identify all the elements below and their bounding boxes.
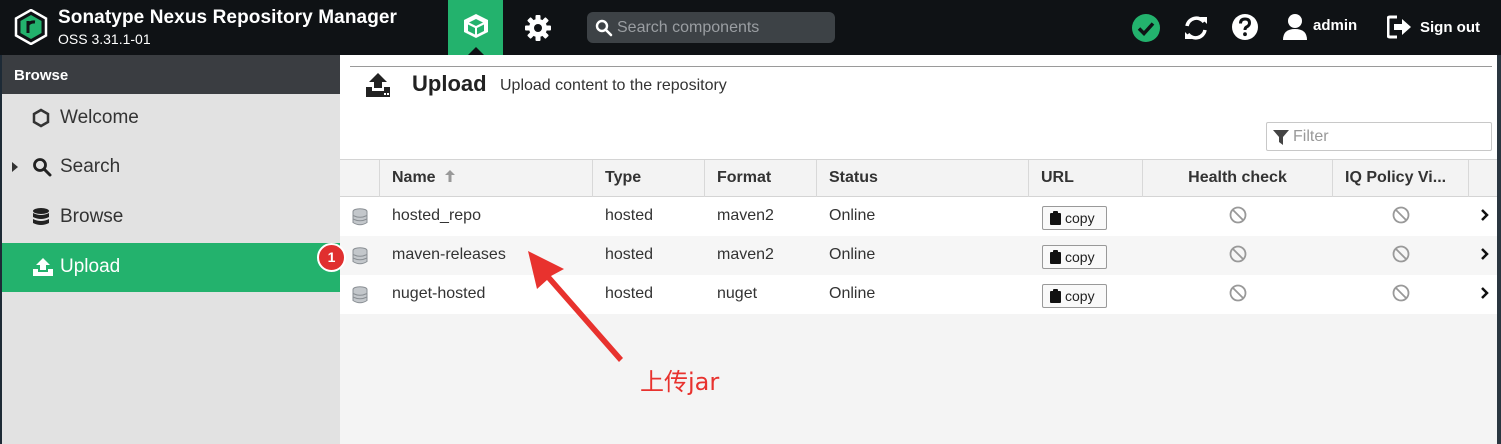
active-notch bbox=[468, 47, 484, 55]
repo-name: nuget-hosted bbox=[392, 285, 486, 302]
sidebar-heading: Browse bbox=[2, 55, 340, 94]
database-icon bbox=[33, 208, 49, 225]
repo-format: nuget bbox=[717, 285, 758, 302]
hexagon-icon bbox=[32, 108, 50, 128]
chevron-right-icon[interactable] bbox=[1480, 247, 1490, 261]
annotation-text: 上传jar bbox=[640, 368, 720, 396]
column-header-iq-policy[interactable]: IQ Policy Vi... bbox=[1333, 160, 1469, 197]
signout-label: Sign out bbox=[1420, 18, 1480, 36]
column-header-type[interactable]: Type bbox=[593, 160, 705, 197]
signout-icon bbox=[1387, 15, 1411, 39]
sidebar-item-label: Search bbox=[60, 156, 121, 177]
clipboard-icon bbox=[1050, 289, 1061, 303]
main-panel: Upload Upload content to the repository … bbox=[340, 55, 1501, 444]
repo-format: maven2 bbox=[717, 246, 774, 263]
username-label[interactable]: admin bbox=[1313, 17, 1357, 34]
not-available-icon bbox=[1392, 206, 1410, 224]
clipboard-icon bbox=[1050, 211, 1061, 225]
repo-name: maven-releases bbox=[392, 246, 506, 263]
signout-button[interactable]: Sign out bbox=[1387, 13, 1480, 41]
upload-icon bbox=[33, 258, 53, 276]
grid-header: Name Type Format Status URL Health check… bbox=[340, 159, 1501, 197]
sidebar-item-upload[interactable]: Upload bbox=[2, 243, 340, 292]
database-icon bbox=[352, 247, 368, 265]
search-input[interactable] bbox=[617, 15, 827, 40]
repo-name: hosted_repo bbox=[392, 207, 481, 224]
chevron-right-icon[interactable] bbox=[1480, 286, 1490, 300]
database-icon bbox=[352, 208, 368, 226]
sidebar: Browse Welcome Search Browse Upload bbox=[0, 55, 340, 444]
clipboard-icon bbox=[1050, 250, 1061, 264]
sort-ascending-icon bbox=[445, 170, 456, 182]
table-row[interactable]: maven-releases hosted maven2 Online copy bbox=[340, 236, 1501, 275]
sidebar-item-label: Browse bbox=[60, 206, 124, 227]
repo-status: Online bbox=[829, 246, 876, 263]
browse-mode-button[interactable] bbox=[448, 0, 503, 55]
not-available-icon bbox=[1229, 245, 1247, 263]
not-available-icon bbox=[1229, 206, 1247, 224]
repo-status: Online bbox=[829, 207, 876, 224]
divider bbox=[350, 66, 1492, 67]
column-header-status[interactable]: Status bbox=[817, 160, 1029, 197]
expand-caret-icon[interactable] bbox=[12, 162, 18, 172]
not-available-icon bbox=[1392, 284, 1410, 302]
search-icon bbox=[595, 19, 613, 37]
top-header: Sonatype Nexus Repository Manager OSS 3.… bbox=[0, 0, 1501, 55]
copy-url-button[interactable]: copy bbox=[1042, 206, 1107, 230]
search-icon bbox=[33, 158, 52, 177]
not-available-icon bbox=[1229, 284, 1247, 302]
component-search[interactable] bbox=[587, 12, 835, 43]
filter-input[interactable] bbox=[1293, 126, 1483, 147]
chevron-right-icon[interactable] bbox=[1480, 208, 1490, 222]
refresh-icon[interactable] bbox=[1181, 13, 1211, 43]
column-header-format[interactable]: Format bbox=[705, 160, 817, 197]
sidebar-item-welcome[interactable]: Welcome bbox=[2, 94, 340, 143]
page-subtitle: Upload content to the repository bbox=[500, 77, 727, 94]
copy-url-button[interactable]: copy bbox=[1042, 284, 1107, 308]
repo-status: Online bbox=[829, 285, 876, 302]
filter-icon bbox=[1273, 130, 1289, 145]
gear-icon[interactable] bbox=[523, 13, 553, 43]
cube-icon bbox=[464, 14, 488, 38]
repo-format: maven2 bbox=[717, 207, 774, 224]
table-row[interactable]: hosted_repo hosted maven2 Online copy bbox=[340, 197, 1501, 236]
table-row[interactable]: nuget-hosted hosted nuget Online copy bbox=[340, 275, 1501, 314]
sidebar-item-label: Upload bbox=[60, 256, 121, 277]
nexus-logo bbox=[14, 9, 48, 45]
sidebar-item-label: Welcome bbox=[60, 107, 139, 128]
app-title: Sonatype Nexus Repository Manager bbox=[58, 7, 398, 28]
column-header-url[interactable]: URL bbox=[1029, 160, 1143, 197]
page-header: Upload Upload content to the repository bbox=[340, 55, 1501, 159]
window-edge bbox=[1497, 55, 1501, 444]
upload-icon bbox=[366, 73, 390, 97]
header-icon-column bbox=[340, 160, 380, 197]
user-icon[interactable] bbox=[1282, 13, 1308, 41]
annotation-arrow bbox=[528, 251, 623, 362]
repo-type: hosted bbox=[605, 207, 654, 224]
column-header-name[interactable]: Name bbox=[380, 160, 593, 197]
app-version: OSS 3.31.1-01 bbox=[58, 31, 151, 47]
status-ok-icon[interactable] bbox=[1131, 13, 1161, 43]
database-icon bbox=[352, 286, 368, 304]
filter-box[interactable] bbox=[1266, 122, 1492, 151]
sidebar-item-search[interactable]: Search bbox=[2, 143, 340, 192]
not-available-icon bbox=[1392, 245, 1410, 263]
help-icon[interactable] bbox=[1231, 13, 1259, 41]
column-header-health-check[interactable]: Health check bbox=[1143, 160, 1333, 197]
step-badge: 1 bbox=[317, 243, 346, 272]
sidebar-item-browse[interactable]: Browse bbox=[2, 193, 340, 242]
copy-url-button[interactable]: copy bbox=[1042, 245, 1107, 269]
page-title: Upload bbox=[412, 71, 487, 96]
